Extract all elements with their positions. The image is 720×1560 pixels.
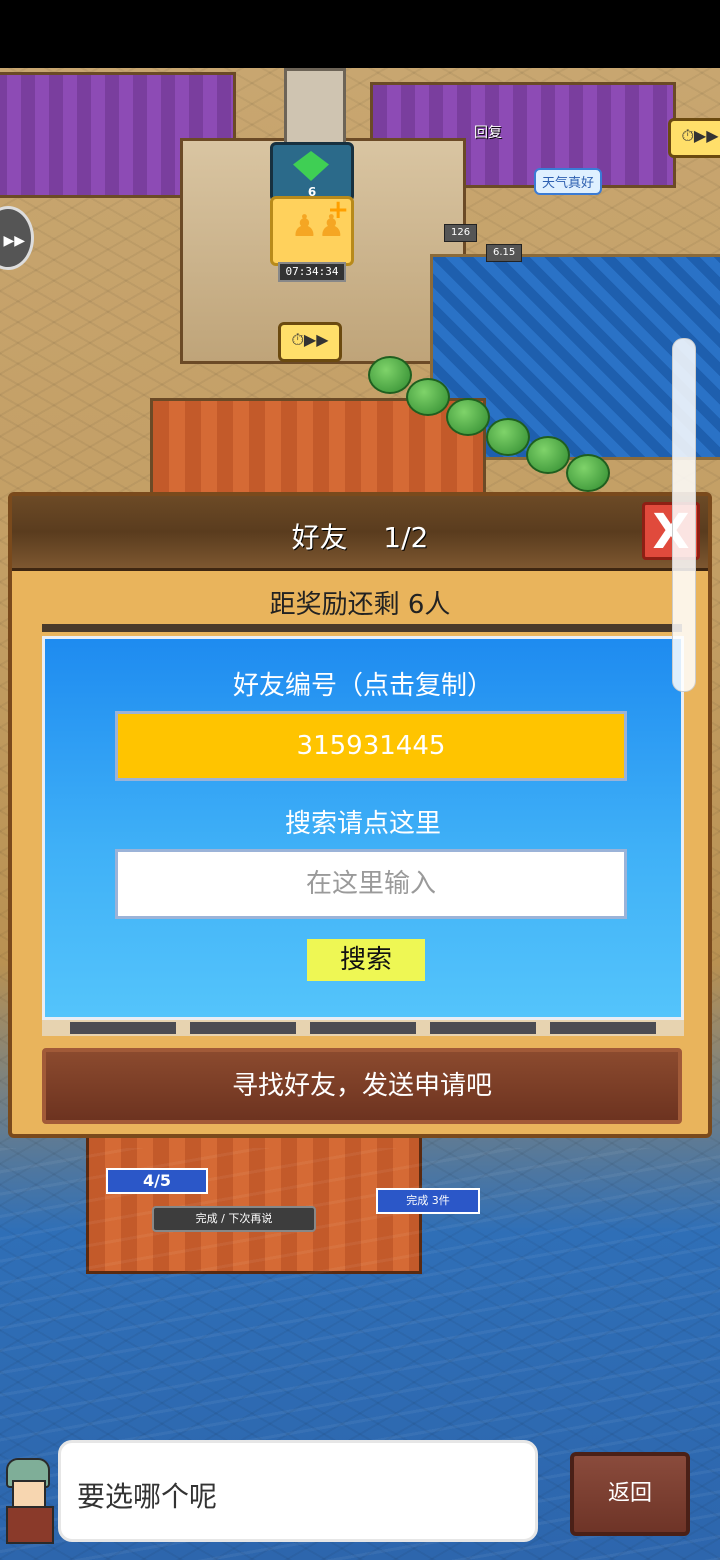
back-button[interactable]: 返回 [570,1452,690,1536]
search-label: 搜索请点这里 [284,809,441,839]
dialog-header: 好友 1/2 X [12,496,708,571]
status-label-left: 完成 / 下次再说 [152,1206,316,1232]
scrollbar-thumb[interactable] [672,338,696,692]
friend-code-label: 好友编号（点击复制） [232,671,493,701]
speed-up-button-top[interactable]: ⏱▶▶ [668,118,720,158]
tile-slot [310,1022,416,1034]
tile-slot [550,1022,656,1034]
number-tag: 126 [444,224,478,242]
tile-row [42,1020,684,1036]
friends-button[interactable]: ♟♟ + [270,195,354,266]
bush [406,378,450,416]
friend-code-panel: 好友编号（点击复制） 315931445 搜索请点这里 搜索 [42,636,684,1020]
dialog-title: 好友 1/2 [291,521,429,554]
reward-remaining-text: 距奖励还剩 6人 [269,590,451,620]
advisor-avatar [0,1444,60,1544]
bush [446,398,490,436]
speed-up-button[interactable]: ⏱▶▶ [278,322,342,362]
tile-slot [430,1022,536,1034]
speech-text: 要选哪个呢 [77,1480,218,1513]
green-gem-icon [293,151,329,181]
plus-icon: + [327,195,349,225]
search-button[interactable]: 搜索 [307,939,425,981]
friend-code-copy-button[interactable]: 315931445 [115,711,627,781]
timer-label: 07:34:34 [278,262,346,282]
bush [368,356,412,394]
recover-label: 回复 [474,125,502,141]
friend-dialog: 好友 1/2 X 距奖励还剩 6人 好友编号（点击复制） 315931445 搜… [8,492,712,1138]
top-black-bar [0,0,720,68]
status-label-right: 完成 3件 [376,1188,480,1214]
progress-counter: 4/5 [106,1168,208,1194]
weather-bubble: 天气真好 [534,168,603,195]
tile-slot [190,1022,296,1034]
bush [526,436,570,474]
bush [566,454,610,492]
number-tag: 6.15 [486,244,523,262]
search-input[interactable] [115,849,627,919]
crystal-button[interactable]: 6 [270,142,354,202]
bush [486,418,530,456]
tile-slot [70,1022,176,1034]
speech-bubble: 要选哪个呢 [58,1440,538,1542]
find-friends-button[interactable]: 寻找好友，发送申请吧 [42,1048,682,1124]
divider [42,624,682,632]
